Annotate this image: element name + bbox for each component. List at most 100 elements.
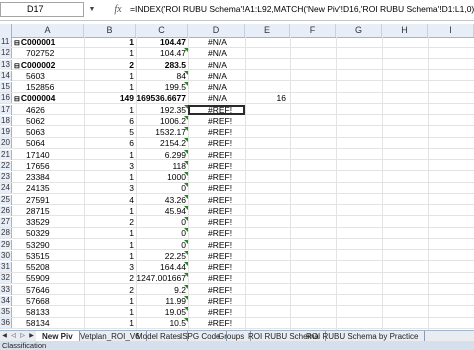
row-header[interactable]: 25: [0, 194, 12, 205]
cell-d[interactable]: #REF!: [188, 228, 245, 238]
cell-c[interactable]: 6.299: [136, 150, 188, 160]
cell-d[interactable]: #REF!: [188, 206, 245, 216]
cell-b[interactable]: 2: [84, 60, 136, 70]
cell-c[interactable]: 0: [136, 240, 188, 250]
row-header[interactable]: 16: [0, 93, 12, 104]
cell-a[interactable]: 702752: [12, 48, 84, 58]
cell-c[interactable]: 283.5: [136, 60, 188, 70]
cell-d[interactable]: #REF!: [188, 138, 245, 148]
row-header[interactable]: 23: [0, 172, 12, 182]
cell-b[interactable]: 6: [84, 138, 136, 148]
row-header[interactable]: 19: [0, 127, 12, 137]
cell-b[interactable]: 3: [84, 183, 136, 193]
cell-c[interactable]: 118: [136, 161, 188, 171]
cell-b[interactable]: 1: [84, 251, 136, 261]
cell-e[interactable]: 16: [245, 93, 290, 103]
row-header[interactable]: 21: [0, 149, 12, 160]
cell-b[interactable]: 6: [84, 116, 136, 126]
cell-d[interactable]: #N/A: [188, 60, 245, 70]
row-header[interactable]: 14: [0, 70, 12, 81]
cell-c[interactable]: 2154.2: [136, 138, 188, 148]
cell-d[interactable]: #REF!: [188, 285, 245, 295]
cell-a[interactable]: 24135: [12, 183, 84, 193]
cell-d[interactable]: #REF!: [188, 240, 245, 250]
cell-d[interactable]: #REF!: [188, 172, 245, 182]
cell-b[interactable]: 1: [84, 105, 136, 115]
cell-a[interactable]: 5062: [12, 116, 84, 126]
cell-d[interactable]: #REF!: [188, 116, 245, 126]
cell-a[interactable]: 152856: [12, 82, 84, 92]
formula-input[interactable]: =INDEX('ROI RUBU Schema'!A1:L92,MATCH('N…: [130, 2, 474, 17]
cell-b[interactable]: 5: [84, 127, 136, 137]
cell-b[interactable]: 1: [84, 307, 136, 317]
cell-d[interactable]: #N/A: [188, 37, 245, 47]
select-all-corner[interactable]: [0, 24, 12, 37]
cell-c[interactable]: 43.26: [136, 195, 188, 205]
cell-a[interactable]: 53290: [12, 240, 84, 250]
row-header[interactable]: 13: [0, 59, 12, 70]
cell-a[interactable]: 58133: [12, 307, 84, 317]
cell-a[interactable]: ⊟C000001: [12, 37, 84, 47]
cell-d[interactable]: #REF!: [188, 307, 245, 317]
row-header[interactable]: 31: [0, 262, 12, 272]
row-header[interactable]: 32: [0, 273, 12, 284]
cell-a[interactable]: 57668: [12, 296, 84, 306]
row-header[interactable]: 24: [0, 183, 12, 194]
cell-c[interactable]: 104.47: [136, 48, 188, 58]
cell-a[interactable]: 5063: [12, 127, 84, 137]
cell-b[interactable]: 1: [84, 37, 136, 47]
cell-b[interactable]: 2: [84, 217, 136, 227]
cell-d[interactable]: #REF!: [188, 251, 245, 261]
row-header[interactable]: 26: [0, 205, 12, 216]
row-header[interactable]: 30: [0, 250, 12, 261]
column-header[interactable]: C: [136, 24, 188, 37]
cell-d[interactable]: #REF!: [188, 296, 245, 306]
cell-b[interactable]: 2: [84, 273, 136, 283]
row-header[interactable]: 15: [0, 82, 12, 92]
cell-d[interactable]: #N/A: [188, 48, 245, 58]
cell-c[interactable]: 1000: [136, 172, 188, 182]
cell-d[interactable]: #REF!: [188, 262, 245, 272]
cell-b[interactable]: 1: [84, 48, 136, 58]
cell-d[interactable]: #REF!: [188, 127, 245, 137]
cell-d[interactable]: #REF!: [188, 273, 245, 283]
cell-a[interactable]: 27591: [12, 195, 84, 205]
column-header[interactable]: G: [336, 24, 382, 37]
cell-b[interactable]: 1: [84, 296, 136, 306]
cell-c[interactable]: 169536.6677: [136, 93, 188, 103]
cell-a[interactable]: 17140: [12, 150, 84, 160]
column-header[interactable]: D: [188, 24, 245, 37]
column-header[interactable]: F: [290, 24, 336, 37]
cell-b[interactable]: 1: [84, 150, 136, 160]
cell-d[interactable]: #REF!: [188, 104, 245, 115]
cell-d[interactable]: #REF!: [188, 195, 245, 205]
cell-b[interactable]: 3: [84, 161, 136, 171]
cell-c[interactable]: 104.47: [136, 37, 188, 47]
chevron-down-icon[interactable]: ▼: [86, 2, 98, 17]
cell-d[interactable]: #N/A: [188, 93, 245, 103]
cell-b[interactable]: 1: [84, 206, 136, 216]
cell-d[interactable]: #REF!: [188, 150, 245, 160]
cell-a[interactable]: 17656: [12, 161, 84, 171]
cell-b[interactable]: 149: [84, 93, 136, 103]
cell-c[interactable]: 10.5: [136, 318, 188, 328]
cell-b[interactable]: 1: [84, 318, 136, 328]
column-header[interactable]: E: [245, 24, 290, 37]
column-header[interactable]: B: [84, 24, 136, 37]
cell-b[interactable]: 1: [84, 172, 136, 182]
row-header[interactable]: 18: [0, 115, 12, 126]
cell-c[interactable]: 199.5: [136, 82, 188, 92]
cell-a[interactable]: 5603: [12, 71, 84, 81]
cell-c[interactable]: 11.99: [136, 296, 188, 306]
cell-b[interactable]: 1: [84, 71, 136, 81]
cell-c[interactable]: 45.94: [136, 206, 188, 216]
cell-a[interactable]: 55208: [12, 262, 84, 272]
cell-a[interactable]: 58134: [12, 318, 84, 328]
cell-d[interactable]: #REF!: [188, 161, 245, 171]
collapse-icon[interactable]: ⊟: [14, 96, 20, 103]
cell-d[interactable]: #REF!: [188, 318, 245, 328]
cell-c[interactable]: 1247.001667: [136, 273, 188, 283]
row-header[interactable]: 28: [0, 228, 12, 239]
row-header[interactable]: 17: [0, 104, 12, 115]
row-header[interactable]: 29: [0, 239, 12, 250]
